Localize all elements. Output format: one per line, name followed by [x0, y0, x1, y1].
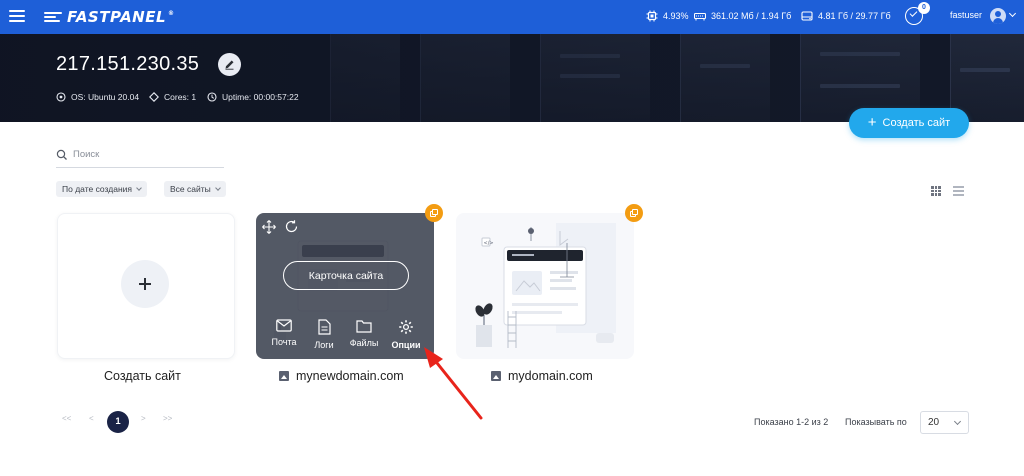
per-page-label: Показывать по: [845, 417, 907, 427]
site-name-mynewdomain: mynewdomain.com: [279, 369, 404, 383]
add-site-plus-icon[interactable]: [121, 260, 169, 308]
per-page-select[interactable]: 20: [920, 411, 969, 434]
cpu-stat: 4.93%: [646, 10, 689, 22]
cpu-icon: [646, 10, 658, 22]
ram-stat: 361.02 Мб / 1.94 Гб: [694, 10, 791, 22]
clock-icon: [207, 92, 217, 102]
check-icon: [909, 9, 918, 17]
scope-dropdown[interactable]: Все сайты: [164, 181, 226, 197]
os-icon: [56, 92, 66, 102]
move-icon[interactable]: [262, 220, 276, 234]
logo-registered: ®: [168, 9, 175, 17]
cores-info: Cores: 1: [149, 92, 196, 102]
per-page-value: 20: [928, 417, 940, 428]
mail-action[interactable]: Почта: [266, 319, 302, 347]
site-preview-illustration: </>: [475, 223, 616, 348]
logo-mark-icon: [44, 11, 62, 23]
menu-icon[interactable]: [9, 9, 25, 23]
avatar-icon[interactable]: [990, 8, 1006, 24]
server-ip: 217.151.230.35: [56, 53, 200, 75]
create-site-label: Создать сайт: [882, 117, 951, 129]
logo-text: FASTPANEL: [67, 8, 167, 26]
os-label: OS: Ubuntu 20.04: [71, 92, 140, 102]
options-action[interactable]: Опции: [388, 319, 424, 350]
files-action[interactable]: Файлы: [346, 319, 382, 348]
copy-icon[interactable]: [625, 204, 643, 222]
gear-icon: [399, 320, 413, 334]
pencil-icon: [225, 60, 234, 70]
notifications-icon[interactable]: 0: [905, 2, 930, 25]
folder-icon: [356, 320, 372, 333]
uptime-label: Uptime: 00:00:57:22: [222, 92, 299, 102]
memory-icon: [694, 12, 706, 21]
edit-button[interactable]: [218, 53, 241, 76]
notifications-count: 0: [918, 2, 930, 14]
chevron-down-icon: [136, 185, 142, 191]
disk-icon: [801, 11, 813, 21]
sort-label: По дате создания: [62, 184, 133, 194]
site-name-label[interactable]: mynewdomain.com: [296, 369, 404, 383]
pagination-prev[interactable]: <: [89, 414, 94, 423]
scope-label: Все сайты: [170, 184, 211, 194]
pagination-next[interactable]: >: [141, 414, 146, 423]
logo[interactable]: FASTPANEL ®: [44, 8, 175, 26]
image-icon: [491, 371, 501, 381]
plus-icon: +: [867, 114, 877, 131]
copy-icon[interactable]: [425, 204, 443, 222]
disk-stat: 4.81 Гб / 29.77 Гб: [801, 10, 891, 22]
pagination-first[interactable]: <<: [62, 414, 71, 423]
sort-dropdown[interactable]: По дате создания: [56, 181, 148, 197]
cores-label: Cores: 1: [164, 92, 197, 102]
add-site-label: Создать сайт: [104, 369, 181, 383]
grid-view-icon[interactable]: [931, 186, 941, 196]
cpu-value: 4.93%: [663, 11, 689, 21]
site-card-mydomain[interactable]: </>: [456, 213, 634, 359]
search-placeholder: Поиск: [73, 149, 100, 160]
ram-value: 361.02 Мб / 1.94 Гб: [711, 11, 792, 21]
pagination-current-page[interactable]: 1: [107, 411, 129, 433]
cores-icon: [149, 92, 159, 102]
disk-value: 4.81 Гб / 29.77 Гб: [818, 11, 891, 21]
mail-icon: [276, 319, 292, 332]
image-icon: [279, 371, 289, 381]
list-view-icon[interactable]: [953, 186, 964, 196]
chevron-down-icon: [953, 417, 962, 426]
username[interactable]: fastuser: [950, 10, 982, 20]
os-info: OS: Ubuntu 20.04: [56, 92, 139, 102]
logs-label: Логи: [314, 340, 334, 350]
create-site-button[interactable]: + Создать сайт: [849, 108, 969, 138]
chevron-down-icon: [214, 185, 221, 191]
results-count: Показано 1-2 из 2: [754, 417, 829, 427]
files-label: Файлы: [349, 338, 379, 348]
site-card-button[interactable]: Карточка сайта: [283, 261, 409, 290]
uptime-info: Uptime: 00:00:57:22: [207, 92, 299, 102]
top-bar: FASTPANEL ® 4.93% 361.02 Мб / 1.94 Гб 4.…: [0, 0, 1024, 34]
options-label: Опции: [391, 340, 421, 350]
pagination-last[interactable]: >>: [163, 414, 172, 423]
refresh-icon[interactable]: [284, 219, 299, 234]
logs-action[interactable]: Логи: [306, 319, 342, 350]
search-icon: [56, 149, 67, 160]
svg-text:</>: </>: [484, 241, 494, 247]
chevron-down-icon[interactable]: [1008, 9, 1017, 18]
mail-label: Почта: [271, 337, 297, 347]
site-name-label[interactable]: mydomain.com: [508, 369, 593, 383]
search-input[interactable]: Поиск: [56, 146, 224, 168]
site-name-mydomain: mydomain.com: [491, 369, 593, 383]
document-icon: [317, 319, 331, 335]
